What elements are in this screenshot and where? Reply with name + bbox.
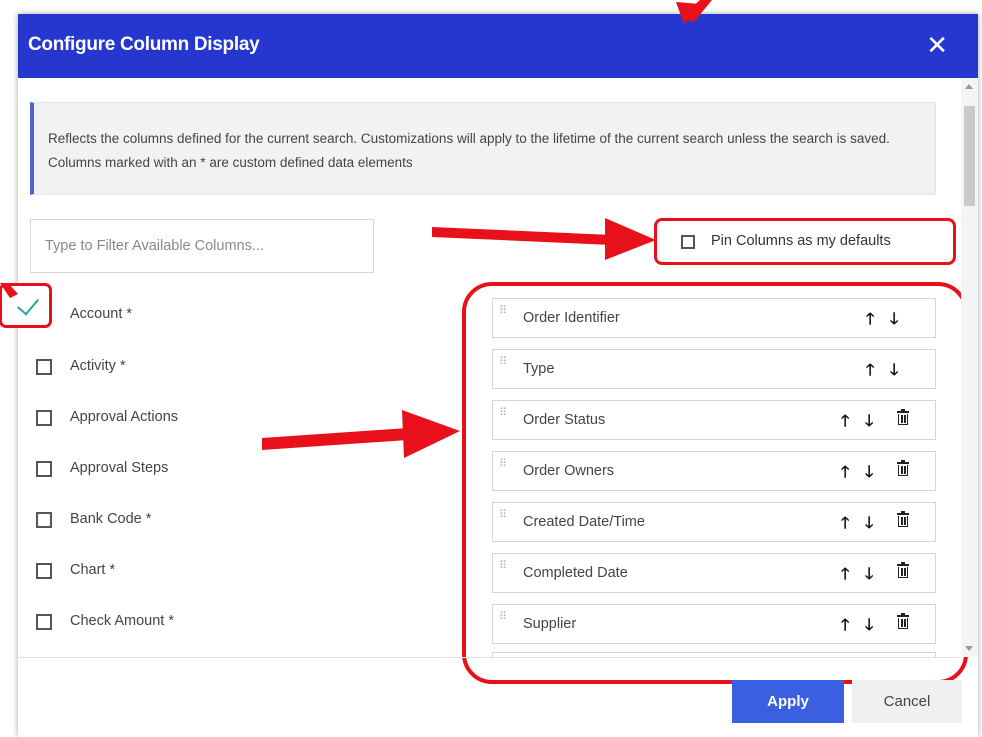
apply-button[interactable]: Apply [732,680,844,723]
column-checkbox[interactable] [36,461,52,477]
column-checkbox[interactable] [36,512,52,528]
move-up-icon[interactable]: 🡑 [841,614,849,641]
selected-column-row[interactable]: ⠿ Completed Date 🡑 🡓 [492,553,936,593]
dialog-title: Configure Column Display [28,34,260,55]
selected-column-label: Order Identifier [523,310,620,326]
info-banner: Reflects the columns defined for the cur… [30,102,936,195]
column-label[interactable]: Chart * [70,562,115,578]
move-up-icon[interactable]: 🡑 [866,359,874,386]
configure-columns-dialog: Configure Column Display ✕ Reflects the … [18,14,978,737]
move-up-icon[interactable]: 🡑 [841,563,849,590]
move-down-icon[interactable]: 🡓 [890,359,898,386]
selected-column-row[interactable]: ⠿ Supplier 🡑 🡓 [492,604,936,644]
pin-defaults-label[interactable]: Pin Columns as my defaults [711,233,891,249]
selected-column-label: Order Owners [523,463,615,479]
footer-divider [18,657,960,658]
pin-defaults-highlight: Pin Columns as my defaults [654,218,956,265]
move-up-icon[interactable]: 🡑 [841,512,849,539]
column-label[interactable]: Account * [70,306,132,322]
column-checkbox[interactable] [36,359,52,375]
selected-column-row[interactable]: ⠿ Order Status 🡑 🡓 [492,400,936,440]
column-checkbox[interactable] [36,614,52,630]
move-down-icon[interactable]: 🡓 [890,308,898,335]
selected-column-row[interactable]: ⠿ Type 🡑 🡓 [492,349,936,389]
column-label[interactable]: Check Amount * [70,613,174,629]
trash-icon[interactable] [897,460,909,477]
column-checkbox[interactable] [36,563,52,579]
move-up-icon[interactable]: 🡑 [866,308,874,335]
selected-column-label: Created Date/Time [523,514,645,530]
scroll-down-icon[interactable] [965,646,973,651]
trash-icon[interactable] [897,511,909,528]
drag-handle-icon[interactable]: ⠿ [499,459,509,477]
screenshot-frame: Configure Column Display ✕ Reflects the … [0,0,982,737]
selected-column-row[interactable]: ⠿ Created Date/Time 🡑 🡓 [492,502,936,542]
close-icon[interactable]: ✕ [926,30,948,60]
drag-handle-icon[interactable]: ⠿ [499,306,509,324]
column-label[interactable]: Approval Actions [70,409,178,425]
drag-handle-icon[interactable]: ⠿ [499,408,509,426]
selected-column-row[interactable]: ⠿ Order Identifier 🡑 🡓 [492,298,936,338]
info-text: Reflects the columns defined for the cur… [48,131,890,170]
move-up-icon[interactable]: 🡑 [841,461,849,488]
drag-handle-icon[interactable]: ⠿ [499,357,509,375]
scrollbar-thumb[interactable] [964,106,975,206]
column-label[interactable]: Bank Code * [70,511,151,527]
trash-icon[interactable] [897,562,909,579]
selected-column-label: Supplier [523,616,577,632]
column-filter-input[interactable] [30,219,374,273]
account-checkbox-highlight[interactable] [0,283,52,328]
scroll-up-icon[interactable] [965,84,973,89]
move-down-icon[interactable]: 🡓 [865,461,873,488]
drag-handle-icon[interactable]: ⠿ [499,612,509,630]
move-down-icon[interactable]: 🡓 [865,410,873,437]
trash-icon[interactable] [897,613,909,630]
cancel-button[interactable]: Cancel [852,680,962,723]
selected-column-label: Completed Date [523,565,628,581]
move-down-icon[interactable]: 🡓 [865,563,873,590]
trash-icon[interactable] [897,409,909,426]
checkmark-icon [16,292,40,316]
selected-column-label: Order Status [523,412,606,428]
move-down-icon[interactable]: 🡓 [865,512,873,539]
move-down-icon[interactable]: 🡓 [865,614,873,641]
selected-column-row[interactable]: ⠿ Order Owners 🡑 🡓 [492,451,936,491]
column-checkbox[interactable] [36,410,52,426]
drag-handle-icon[interactable]: ⠿ [499,510,509,528]
selected-column-label: Type [523,361,555,377]
drag-handle-icon[interactable]: ⠿ [499,561,509,579]
pin-defaults-checkbox[interactable] [681,235,695,249]
move-up-icon[interactable]: 🡑 [841,410,849,437]
column-label[interactable]: Approval Steps [70,460,168,476]
dialog-header: Configure Column Display ✕ [18,14,978,78]
column-label[interactable]: Activity * [70,358,126,374]
dialog-scrollbar[interactable] [961,78,978,657]
